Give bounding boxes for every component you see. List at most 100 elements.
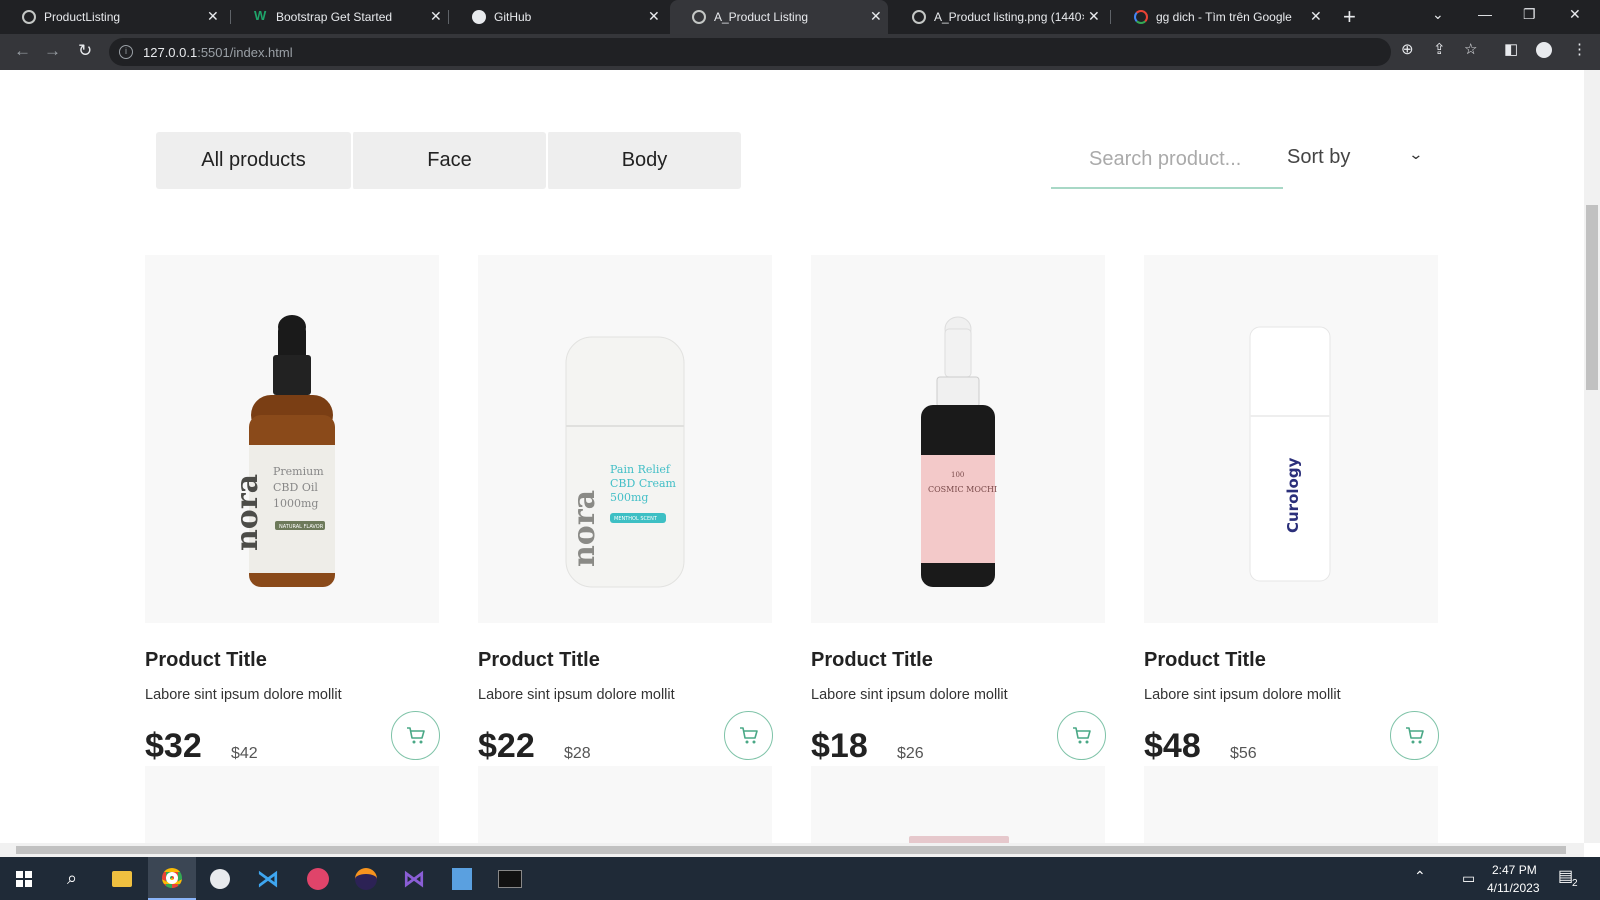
chevron-up-icon[interactable]: ⌃ [1414,868,1426,885]
add-to-cart-button[interactable] [391,711,440,760]
svg-text:COSMIC MOCHI: COSMIC MOCHI [928,485,997,494]
product-card-partial[interactable] [478,766,772,843]
side-panel-icon[interactable]: ◧ [1504,41,1518,59]
product-title[interactable]: Product Title [1144,649,1266,672]
svg-text:Pain Relief: Pain Relief [610,463,671,476]
tab-label: A_Product listing.png (1440× [934,10,1084,24]
taskbar-date[interactable]: 4/11/2023 [1487,881,1540,895]
chrome-icon [162,867,182,888]
add-to-cart-button[interactable] [1057,711,1106,760]
tab-google[interactable]: gg dich - Tìm trên Google ✕ [1112,0,1330,34]
add-to-cart-button[interactable] [724,711,773,760]
product-title[interactable]: Product Title [811,649,933,672]
profile-avatar[interactable] [1536,42,1552,58]
product-image-peek [909,836,1009,843]
category-filter-group: All products Face Body [156,132,741,189]
restore-button[interactable]: ❐ [1523,6,1536,23]
taskbar-app[interactable] [196,857,244,900]
app-icon [307,867,329,890]
bookmark-star-icon[interactable]: ☆ [1464,41,1477,59]
reload-button[interactable]: ↻ [78,41,92,61]
taskbar-visual-studio[interactable]: ⋈ [390,857,438,900]
taskbar-vscode[interactable]: ⋊ [244,857,292,900]
svg-text:500mg: 500mg [610,491,648,504]
tab-product-png[interactable]: A_Product listing.png (1440× ✕ [890,0,1108,34]
github-icon [472,10,486,24]
tab-bootstrap[interactable]: W Bootstrap Get Started ✕ [232,0,448,34]
notification-count: 2 [1572,878,1578,889]
product-card[interactable]: Curology Product Title Labore sint ipsum… [1144,255,1439,765]
taskbar-chrome[interactable] [148,857,196,900]
zoom-icon[interactable]: ⊕ [1401,41,1414,59]
svg-text:Premium: Premium [273,465,324,478]
terminal-icon [498,869,522,888]
filter-face-button[interactable]: Face [351,132,546,189]
product-card-partial[interactable] [145,766,439,843]
visual-studio-icon: ⋈ [403,865,425,891]
w3schools-icon: W [254,8,267,23]
vertical-scroll-thumb[interactable] [1586,205,1598,390]
close-icon[interactable]: ✕ [870,8,882,24]
network-icon[interactable]: ▭ [1462,870,1475,887]
product-old-price: $56 [1230,745,1257,762]
product-old-price: $26 [897,745,924,762]
new-tab-button[interactable]: + [1343,5,1356,29]
close-icon[interactable]: ✕ [1088,8,1100,24]
close-window-button[interactable]: ✕ [1569,6,1581,23]
chevron-down-icon[interactable]: ⌄ [1408,146,1423,163]
browser-toolbar: ← → ↻ i 127.0.0.1:5501/index.html [0,34,1600,70]
vertical-scrollbar[interactable] [1584,70,1600,843]
product-price: $32 [145,727,202,765]
product-description: Labore sint ipsum dolore mollit [478,687,675,703]
product-description: Labore sint ipsum dolore mollit [1144,687,1341,703]
taskbar-file-explorer[interactable] [98,857,146,900]
close-icon[interactable]: ✕ [430,8,442,24]
product-card[interactable]: nora Pain Relief CBD Cream 500mg MENTHOL… [478,255,773,765]
product-image[interactable]: nora Premium CBD Oil 1000mg NATURAL FLAV… [145,255,439,623]
filter-all-products-button[interactable]: All products [156,132,351,189]
product-image[interactable]: nora Pain Relief CBD Cream 500mg MENTHOL… [478,255,772,623]
serum-dropper-bottle-image: 100 COSMIC MOCHI [921,316,997,587]
product-image[interactable]: 100 COSMIC MOCHI [811,255,1105,623]
taskbar-app[interactable] [294,857,342,900]
minimize-button[interactable]: — [1478,6,1492,22]
notification-icon[interactable]: ▤ [1558,866,1573,886]
tab-search-icon[interactable]: ⌄ [1432,6,1444,23]
taskbar-app[interactable] [438,857,486,900]
back-button[interactable]: ← [14,41,31,61]
tab-productlisting[interactable]: ProductListing ✕ [0,0,228,34]
product-card-partial[interactable] [811,766,1105,843]
product-card[interactable]: nora Premium CBD Oil 1000mg NATURAL FLAV… [145,255,440,765]
share-icon[interactable]: ⇪ [1433,41,1446,59]
horizontal-scroll-thumb[interactable] [16,846,1566,854]
cart-icon [739,726,758,743]
product-card-partial[interactable] [1144,766,1438,843]
browser-tab-strip: ProductListing ✕ W Bootstrap Get Started… [0,0,1600,34]
product-price: $22 [478,727,535,765]
close-icon[interactable]: ✕ [207,8,219,24]
search-input[interactable] [1051,132,1283,189]
product-description: Labore sint ipsum dolore mollit [145,687,342,703]
taskbar-time[interactable]: 2:47 PM [1492,863,1537,877]
tab-github[interactable]: GitHub ✕ [450,0,668,34]
close-icon[interactable]: ✕ [648,8,660,24]
product-title[interactable]: Product Title [478,649,600,672]
address-bar[interactable]: i 127.0.0.1:5501/index.html [109,38,1391,66]
filter-body-button[interactable]: Body [546,132,741,189]
product-title[interactable]: Product Title [145,649,267,672]
close-icon[interactable]: ✕ [1310,8,1322,24]
add-to-cart-button[interactable] [1390,711,1439,760]
product-card[interactable]: 100 COSMIC MOCHI Product Title Labore si… [811,255,1106,765]
sort-by-select[interactable]: Sort by [1287,146,1350,169]
tab-a-product-listing[interactable]: A_Product Listing ✕ [670,0,888,34]
product-price: $48 [1144,727,1201,765]
product-image[interactable]: Curology [1144,255,1438,623]
taskbar-terminal[interactable] [486,857,534,900]
site-info-icon[interactable]: i [119,45,133,59]
search-button[interactable]: ⌕ [48,857,96,900]
taskbar-eclipse[interactable] [342,857,390,900]
menu-icon[interactable]: ⋮ [1572,41,1587,59]
start-button[interactable] [0,857,48,900]
forward-button[interactable]: → [44,41,61,61]
app-icon [210,868,230,889]
